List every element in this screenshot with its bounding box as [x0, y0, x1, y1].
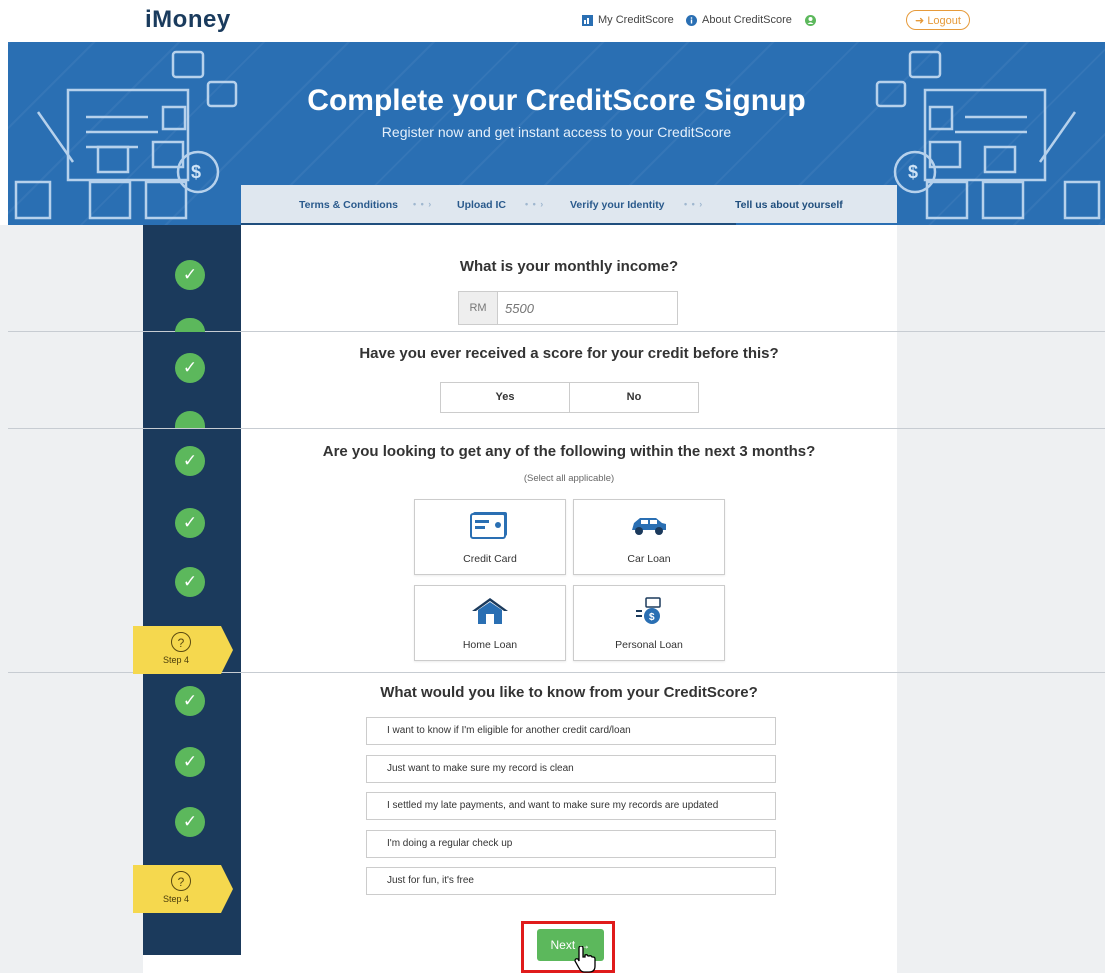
nav-my-creditscore-label: My CreditScore [598, 14, 674, 26]
right-gutter [897, 225, 1105, 973]
prior-score-question: Have you ever received a score for your … [359, 345, 779, 362]
reason-option[interactable]: I settled my late payments, and want to … [366, 792, 776, 820]
income-field[interactable]: RM [458, 291, 686, 325]
reason-option[interactable]: I want to know if I'm eligible for anoth… [366, 717, 776, 745]
section-divider [8, 428, 1105, 429]
svg-text:$: $ [908, 162, 918, 182]
step-arrow-icon: • • › [413, 199, 433, 209]
reason-option[interactable]: Just want to make sure my record is clea… [366, 755, 776, 783]
select-all-hint: (Select all applicable) [523, 473, 615, 484]
imoney-logo[interactable]: iMoney [145, 6, 231, 34]
nav-about-creditscore-label: About CreditScore [702, 14, 792, 26]
logout-button[interactable]: ➜ Logout [906, 10, 970, 30]
question-icon: ? [171, 871, 191, 891]
step-complete-icon: ✓ [175, 508, 205, 538]
top-bar: iMoney My CreditScore About CreditScore … [0, 0, 1105, 42]
home-loan-label: Home Loan [462, 639, 518, 651]
current-step-marker: ? Step 4 [133, 626, 233, 674]
step-arrow-icon: • • › [684, 199, 704, 209]
car-loan-label: Car Loan [627, 553, 671, 565]
signup-steps: Terms & Conditions • • › Upload IC • • ›… [241, 185, 897, 225]
no-button[interactable]: No [569, 382, 699, 413]
step-complete-icon: ✓ [175, 747, 205, 777]
loans-question: Are you looking to get any of the follow… [322, 443, 816, 460]
house-icon [472, 598, 508, 624]
credit-card-option[interactable]: Credit Card [414, 499, 566, 575]
nav-my-creditscore[interactable]: My CreditScore [582, 14, 674, 26]
step-tell-us[interactable]: Tell us about yourself [735, 199, 843, 211]
step-complete-icon: ✓ [175, 446, 205, 476]
car-loan-option[interactable]: Car Loan [573, 499, 725, 575]
currency-prefix: RM [459, 292, 498, 324]
svg-text:$: $ [191, 162, 201, 182]
step-complete-icon: ✓ [175, 567, 205, 597]
logout-arrow-icon: ➜ [915, 15, 928, 27]
reason-option[interactable]: I'm doing a regular check up [366, 830, 776, 858]
income-input[interactable] [499, 292, 686, 324]
nav-about-creditscore[interactable]: About CreditScore [686, 14, 816, 26]
credit-card-icon [470, 512, 507, 539]
step-complete-icon: ✓ [175, 260, 205, 290]
step-complete-icon: ✓ [175, 686, 205, 716]
current-step-marker: ? Step 4 [133, 865, 233, 913]
credit-card-label: Credit Card [463, 553, 517, 565]
current-step-label: Step 4 [163, 655, 190, 665]
question-icon: ? [171, 632, 191, 652]
hand-cursor-icon [574, 946, 596, 973]
page-title: Complete your CreditScore Signup [307, 84, 806, 117]
car-icon [632, 518, 666, 535]
money-bag-icon: $ [636, 597, 661, 624]
personal-loan-label: Personal Loan [615, 639, 683, 651]
left-gutter [0, 225, 143, 973]
section-divider [8, 331, 1105, 332]
info-icon [686, 14, 697, 26]
step-upload-ic[interactable]: Upload IC [457, 199, 506, 211]
chart-icon [582, 14, 593, 26]
step-verify-identity[interactable]: Verify your Identity [570, 199, 665, 211]
svg-text:$: $ [649, 612, 655, 623]
user-icon[interactable] [804, 14, 816, 26]
reasons-question: What would you like to know from your Cr… [380, 684, 758, 701]
personal-loan-option[interactable]: $ Personal Loan [573, 585, 725, 661]
current-step-label: Step 4 [163, 894, 190, 904]
step-complete-icon: ✓ [175, 807, 205, 837]
form-panel [241, 225, 897, 973]
step-terms[interactable]: Terms & Conditions [299, 199, 398, 211]
reason-option[interactable]: Just for fun, it's free [366, 867, 776, 895]
income-question: What is your monthly income? [459, 258, 679, 275]
home-loan-option[interactable]: Home Loan [414, 585, 566, 661]
step-arrow-icon: • • › [525, 199, 545, 209]
page-subtitle: Register now and get instant access to y… [381, 124, 732, 140]
step-complete-icon: ✓ [175, 353, 205, 383]
yes-button[interactable]: Yes [440, 382, 570, 413]
logout-label: Logout [927, 15, 961, 27]
